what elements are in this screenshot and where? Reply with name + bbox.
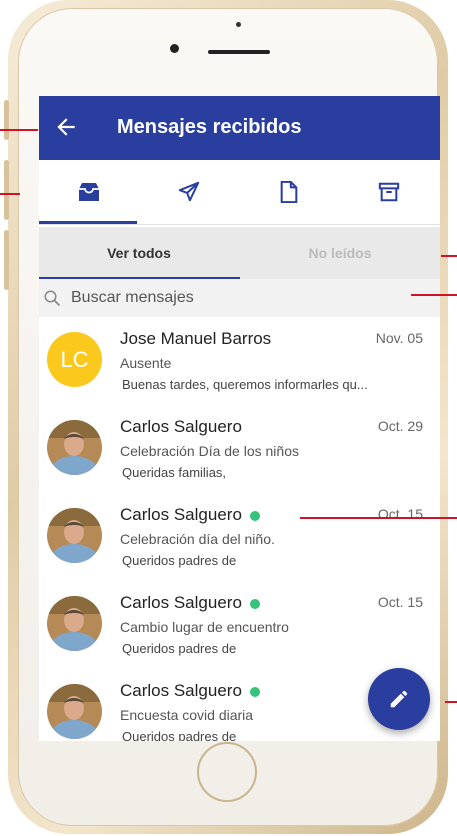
avatar bbox=[47, 596, 102, 651]
sender-name: Carlos Salguero bbox=[120, 593, 260, 613]
avatar bbox=[47, 684, 102, 739]
compose-button[interactable] bbox=[368, 668, 430, 730]
online-status-dot bbox=[249, 686, 260, 697]
message-item[interactable]: Carlos Salguero Oct. 29 Celebración Día … bbox=[39, 405, 440, 493]
filter-unread-tab[interactable]: No leídos bbox=[240, 227, 440, 279]
message-date: Oct. 15 bbox=[377, 506, 423, 522]
message-preview: Queridos padres de bbox=[122, 729, 237, 741]
message-preview: Queridas familias, bbox=[122, 465, 227, 480]
message-item[interactable]: LC Jose Manuel Barros Nov. 05 Ausente Bu… bbox=[39, 317, 440, 405]
phone-side-button bbox=[4, 160, 9, 220]
archive-icon bbox=[378, 182, 400, 202]
tab-archive[interactable] bbox=[339, 160, 439, 224]
filter-all-tab[interactable]: Ver todos bbox=[39, 227, 239, 279]
message-item[interactable]: Carlos Salguero Oct. 15 Cambio lugar de … bbox=[39, 581, 440, 669]
message-subject: Encuesta covid diaria bbox=[120, 707, 254, 723]
send-icon bbox=[178, 181, 200, 202]
callout-line bbox=[441, 255, 457, 257]
document-icon bbox=[280, 181, 298, 203]
online-status-dot bbox=[249, 598, 260, 609]
message-subject: Cambio lugar de encuentro bbox=[120, 619, 289, 635]
search-icon bbox=[44, 290, 61, 307]
phone-speaker bbox=[208, 50, 270, 54]
phone-camera bbox=[170, 44, 179, 53]
tab-indicator bbox=[39, 221, 137, 224]
callout-line bbox=[0, 193, 20, 195]
tab-inbox[interactable] bbox=[39, 160, 139, 224]
message-preview: Buenas tardes, queremos informarles qu..… bbox=[122, 377, 368, 392]
sender-name: Carlos Salguero bbox=[120, 681, 260, 701]
app-screen: Mensajes recibidos Ver todos No leídos B… bbox=[39, 96, 440, 741]
online-status-dot bbox=[249, 510, 260, 521]
phone-side-button bbox=[4, 230, 9, 290]
app-bar: Mensajes recibidos bbox=[39, 96, 440, 160]
pencil-icon bbox=[390, 690, 408, 708]
message-date: Oct. 29 bbox=[377, 418, 423, 434]
avatar bbox=[47, 508, 102, 563]
sender-name: Jose Manuel Barros bbox=[120, 329, 272, 348]
sender-name-text: Carlos Salguero bbox=[120, 505, 242, 524]
message-subject: Celebración Día de los niños bbox=[120, 443, 299, 459]
sender-name-text: Carlos Salguero bbox=[120, 593, 242, 612]
callout-line bbox=[445, 701, 457, 703]
message-date: Oct. 15 bbox=[377, 594, 423, 610]
search-input[interactable]: Buscar mensajes bbox=[71, 289, 194, 307]
inbox-icon bbox=[79, 183, 99, 201]
callout-line bbox=[411, 294, 457, 296]
filter-tabs: Ver todos No leídos bbox=[39, 227, 440, 279]
message-preview: Queridos padres de bbox=[122, 641, 237, 656]
sender-name-text: Carlos Salguero bbox=[120, 681, 242, 700]
back-arrow-icon[interactable] bbox=[53, 114, 79, 140]
tab-bar bbox=[39, 160, 440, 225]
avatar-photo-icon bbox=[47, 508, 102, 563]
phone-home-button[interactable] bbox=[197, 742, 257, 802]
callout-line bbox=[0, 129, 38, 131]
message-subject: Celebración día del niño. bbox=[120, 531, 275, 547]
avatar bbox=[47, 420, 102, 475]
message-date: Nov. 05 bbox=[375, 330, 423, 346]
page-title: Mensajes recibidos bbox=[117, 116, 302, 138]
phone-side-button bbox=[4, 100, 9, 140]
message-preview: Queridos padres de bbox=[122, 553, 237, 568]
phone-sensor bbox=[236, 22, 241, 27]
tab-documents[interactable] bbox=[239, 160, 339, 224]
message-item[interactable]: Carlos Salguero Oct. 15 Celebración día … bbox=[39, 493, 440, 581]
search-bar[interactable]: Buscar mensajes bbox=[39, 279, 440, 317]
message-subject: Ausente bbox=[120, 355, 172, 371]
tab-sent[interactable] bbox=[139, 160, 239, 224]
sender-name: Carlos Salguero bbox=[120, 417, 242, 436]
avatar-photo-icon bbox=[47, 596, 102, 651]
sender-name: Carlos Salguero bbox=[120, 505, 260, 525]
avatar: LC bbox=[47, 332, 102, 387]
avatar-photo-icon bbox=[47, 420, 102, 475]
callout-line bbox=[300, 517, 457, 519]
avatar-photo-icon bbox=[47, 684, 102, 739]
